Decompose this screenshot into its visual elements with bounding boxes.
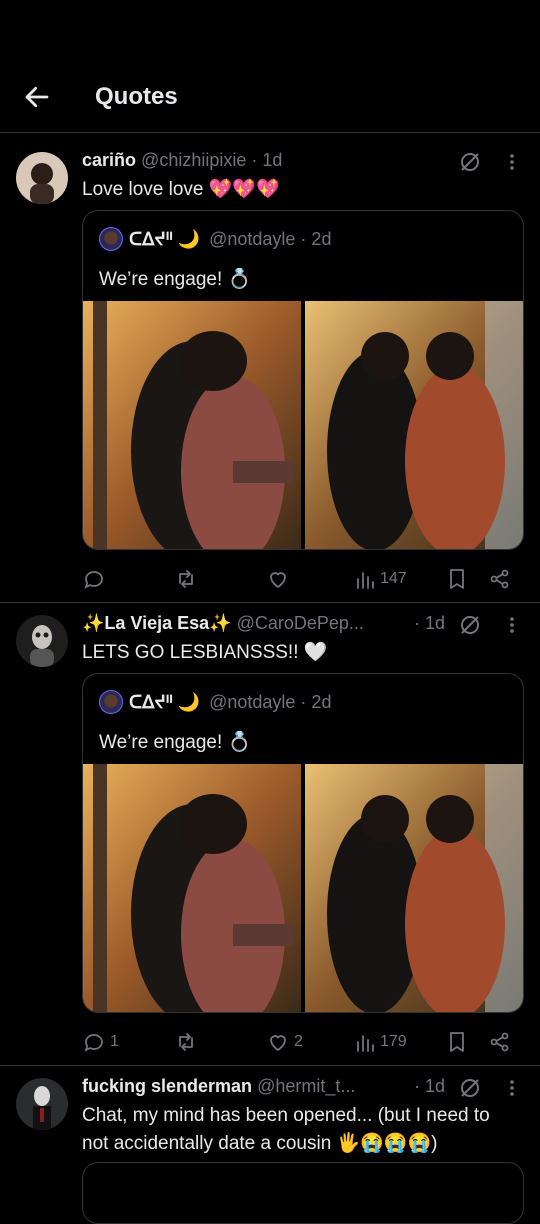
like-button[interactable] <box>266 564 294 594</box>
reply-icon <box>84 1034 103 1052</box>
post-time: · 1d <box>414 1076 446 1096</box>
quoted-avatar <box>99 690 123 714</box>
reply-icon <box>84 571 103 589</box>
repost-icon <box>179 1033 193 1051</box>
share-icon[interactable] <box>488 1030 512 1054</box>
avatar[interactable] <box>16 1078 68 1130</box>
quoted-text: We’re engage! 💍 <box>99 732 252 753</box>
reply-button[interactable] <box>82 564 110 594</box>
more-options-icon[interactable] <box>504 152 520 172</box>
heart-icon <box>270 1035 286 1051</box>
repost-icon <box>179 570 193 588</box>
post-text: Love love love 💖💖💖 <box>82 179 280 200</box>
quoted-post[interactable] <box>82 1162 524 1224</box>
quoted-author-handle: @notdayle · 2d <box>209 229 332 249</box>
back-arrow-icon[interactable] <box>22 82 52 112</box>
action-bar: 1 2 179 <box>82 1027 522 1057</box>
post-text: LETS GO LESBIANSSS!! 🤍 <box>82 642 328 663</box>
quoted-author-name: ᑕᐃᔪᐦ 🌙 <box>129 229 201 249</box>
quoted-post[interactable]: ᑕᐃᔪᐦ 🌙 @notdayle · 2d We’re engage! 💍 <box>82 210 524 550</box>
author-name[interactable]: ✨La Vieja Esa✨ <box>82 613 232 633</box>
view-count: 179 <box>380 1033 407 1050</box>
bookmark-icon[interactable] <box>446 1030 468 1054</box>
grok-icon[interactable] <box>458 613 482 637</box>
author-name[interactable]: cariño <box>82 150 136 170</box>
more-options-icon[interactable] <box>504 615 520 635</box>
post-text: Chat, my mind has been opened... (but I … <box>82 1105 490 1154</box>
quote-post[interactable]: ✨La Vieja Esa✨ @CaroDePep... · 1d LETS G… <box>0 603 540 1066</box>
reply-count: 1 <box>110 1033 119 1050</box>
reply-button[interactable]: 1 <box>82 1027 119 1057</box>
action-bar: 147 <box>82 564 522 594</box>
photo-left[interactable] <box>83 301 301 549</box>
views-icon <box>357 572 374 589</box>
quoted-post[interactable]: ᑕᐃᔪᐦ 🌙 @notdayle · 2d We’re engage! 💍 <box>82 673 524 1013</box>
views-button[interactable]: 147 <box>354 564 407 594</box>
share-icon[interactable] <box>488 567 512 591</box>
avatar[interactable] <box>16 152 68 204</box>
grok-icon[interactable] <box>458 1076 482 1100</box>
like-button[interactable]: 2 <box>266 1027 303 1057</box>
quote-post[interactable]: cariño @chizhiipixie · 1d Love love love… <box>0 140 540 603</box>
views-icon <box>357 1035 374 1052</box>
author-name[interactable]: fucking slenderman <box>82 1076 252 1096</box>
bookmark-icon[interactable] <box>446 567 468 591</box>
quoted-text: We’re engage! 💍 <box>99 269 252 290</box>
views-button[interactable]: 179 <box>354 1027 407 1057</box>
avatar[interactable] <box>16 615 68 667</box>
photo-right[interactable] <box>305 764 523 1012</box>
quote-post[interactable]: fucking slenderman @hermit_t... · 1d Cha… <box>0 1066 540 1224</box>
quoted-author-name: ᑕᐃᔪᐦ 🌙 <box>129 692 201 712</box>
like-count: 2 <box>294 1033 303 1050</box>
repost-button[interactable] <box>174 564 202 594</box>
photo-right[interactable] <box>305 301 523 549</box>
repost-button[interactable] <box>174 1027 202 1057</box>
quoted-avatar <box>99 227 123 251</box>
view-count: 147 <box>380 570 407 587</box>
quoted-author-handle: @notdayle · 2d <box>209 692 332 712</box>
photo-left[interactable] <box>83 764 301 1012</box>
post-time: · 1d <box>414 613 446 633</box>
top-bar: Quotes <box>0 0 540 133</box>
heart-icon <box>270 572 286 588</box>
author-handle[interactable]: @chizhiipixie · 1d <box>141 150 282 170</box>
grok-icon[interactable] <box>458 150 482 174</box>
page-title: Quotes <box>95 83 178 110</box>
author-handle[interactable]: @CaroDePep... <box>237 613 364 633</box>
more-options-icon[interactable] <box>504 1078 520 1098</box>
author-handle[interactable]: @hermit_t... <box>257 1076 355 1096</box>
